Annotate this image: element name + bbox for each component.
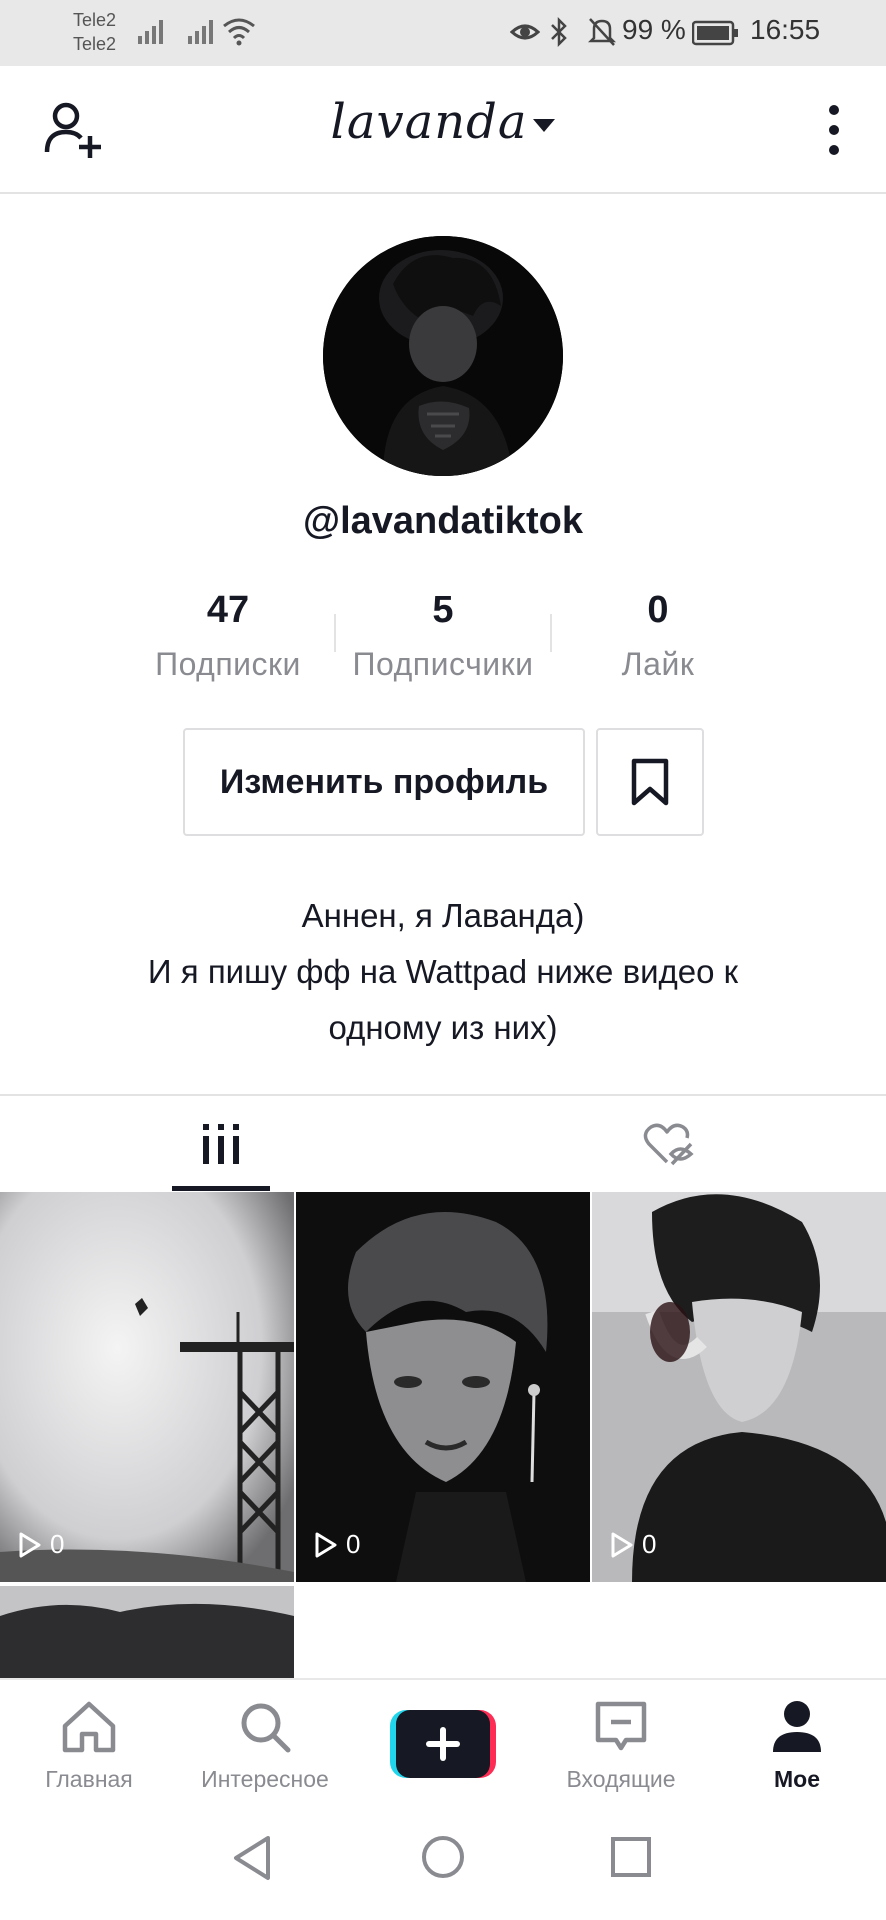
play-icon [611, 1532, 633, 1557]
account-switcher[interactable]: lavanda [0, 94, 886, 150]
play-icon [315, 1532, 337, 1557]
home-circle-icon[interactable] [420, 1834, 466, 1880]
status-bar: Tele2 Tele2 99 % 16:55 [0, 0, 886, 66]
play-icon [19, 1532, 41, 1557]
view-count-value: 0 [642, 1529, 657, 1559]
username: @lavandatiktok [303, 500, 583, 542]
nav-discover[interactable]: Интересное [190, 1698, 340, 1793]
signal-icon-2 [188, 20, 213, 44]
account-name: lavanda [330, 94, 528, 150]
eye-comfort-icon [510, 24, 540, 40]
likes-label: Лайк [621, 646, 695, 682]
followers-stat[interactable]: 5 Подписчики [340, 588, 546, 683]
recents-icon[interactable] [610, 1836, 652, 1878]
carrier-1: Tele2 [73, 10, 117, 30]
home-icon [62, 1701, 116, 1753]
wifi-icon [223, 18, 255, 46]
search-icon [241, 1703, 291, 1753]
signal-icon [138, 20, 163, 44]
followers-count: 5 [432, 589, 454, 631]
inbox-icon [595, 1701, 647, 1751]
battery-text: 99 % [622, 14, 686, 45]
grid-bars-icon [203, 1124, 239, 1164]
create-button[interactable] [390, 1710, 496, 1778]
mute-icon [588, 18, 616, 46]
chevron-down-icon [533, 119, 556, 132]
tab-liked[interactable] [620, 1096, 718, 1192]
system-navigation [0, 1798, 886, 1920]
followers-label: Подписчики [352, 646, 534, 682]
bio-line: И я пишу фф на Wattpad ниже видео к [147, 953, 739, 990]
battery-icon [692, 20, 738, 46]
clock: 16:55 [750, 14, 821, 45]
view-count-value: 0 [50, 1529, 65, 1559]
nav-profile-label: Мое [774, 1766, 820, 1792]
favorites-button[interactable] [596, 728, 704, 836]
likes-count: 0 [647, 589, 669, 631]
active-tab-indicator [172, 1186, 270, 1191]
view-count: 0 [314, 1529, 360, 1560]
tab-videos[interactable] [172, 1096, 270, 1192]
nav-home-label: Главная [45, 1766, 133, 1792]
more-vertical-icon[interactable] [822, 104, 846, 156]
nav-inbox-label: Входящие [566, 1766, 676, 1792]
bio: Аннен, я Лаванда) И я пишу фф на Wattpad… [0, 888, 886, 1056]
bookmark-icon [631, 758, 669, 806]
carrier-names: Tele2 Tele2 [73, 8, 116, 56]
video-thumbnail[interactable]: 0 [0, 1192, 294, 1582]
carrier-2: Tele2 [73, 34, 117, 54]
view-count-value: 0 [346, 1529, 361, 1559]
likes-stat[interactable]: 0 Лайк [588, 588, 728, 683]
stat-divider [550, 614, 552, 652]
profile-header: lavanda [0, 66, 886, 194]
avatar[interactable] [323, 236, 563, 476]
view-count: 0 [610, 1529, 656, 1560]
video-thumbnail[interactable]: 0 [296, 1192, 590, 1582]
back-icon[interactable] [230, 1834, 274, 1882]
hidden-heart-icon [643, 1123, 694, 1166]
following-stat[interactable]: 47 Подписки [140, 588, 316, 683]
edit-profile-button[interactable]: Изменить профиль [183, 728, 585, 836]
following-label: Подписки [155, 646, 301, 682]
video-thumbnail[interactable]: 0 [592, 1192, 886, 1582]
stat-divider [334, 614, 336, 652]
nav-inbox[interactable]: Входящие [546, 1698, 696, 1793]
nav-home[interactable]: Главная [14, 1698, 164, 1793]
bio-line: Аннен, я Лаванда) [301, 897, 585, 934]
bottom-navigation: Главная Интересное Входящие Мое [0, 1678, 886, 1798]
bluetooth-icon [551, 16, 567, 48]
nav-discover-label: Интересное [201, 1766, 329, 1792]
following-count: 47 [206, 589, 250, 631]
profile-icon [773, 1701, 821, 1752]
video-thumbnail[interactable] [0, 1586, 294, 1678]
nav-profile[interactable]: Мое [722, 1698, 872, 1793]
view-count: 0 [18, 1529, 64, 1560]
bio-line: одному из них) [328, 1009, 558, 1046]
content-tabs [0, 1094, 886, 1192]
